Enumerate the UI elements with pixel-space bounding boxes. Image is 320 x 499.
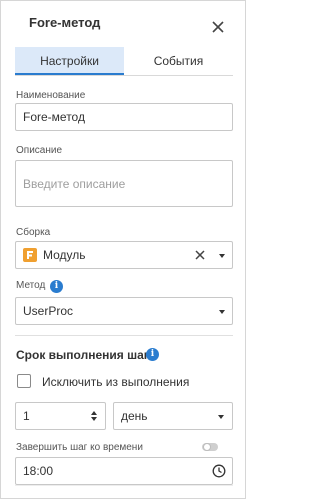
- method-select[interactable]: UserProc: [15, 297, 233, 325]
- amount-stepper[interactable]: 1: [15, 402, 106, 430]
- chevron-down-icon[interactable]: [219, 254, 225, 258]
- assembly-label: Сборка: [16, 227, 51, 238]
- info-icon[interactable]: i: [50, 280, 63, 293]
- method-label: Метод: [16, 280, 46, 291]
- info-icon[interactable]: i: [146, 348, 159, 361]
- clear-icon[interactable]: [194, 249, 206, 261]
- description-label: Описание: [16, 145, 63, 156]
- tab-events[interactable]: События: [124, 47, 233, 75]
- time-input[interactable]: 18:00: [15, 457, 233, 485]
- section-divider: [15, 335, 233, 336]
- fore-module-icon: [23, 248, 37, 262]
- assembly-value: Модуль: [43, 248, 86, 262]
- exclude-checkbox[interactable]: [17, 374, 31, 388]
- clock-icon[interactable]: [212, 464, 226, 478]
- name-input[interactable]: Fore-метод: [15, 103, 233, 131]
- name-label: Наименование: [16, 90, 86, 101]
- method-value: UserProc: [23, 304, 74, 318]
- assembly-select[interactable]: Модуль: [15, 241, 233, 269]
- execution-section-title: Срок выполнения шага: [16, 348, 156, 362]
- unit-select[interactable]: день: [113, 402, 233, 430]
- chevron-down-icon[interactable]: [219, 310, 225, 314]
- name-value: Fore-метод: [23, 110, 85, 124]
- tab-bar: Настройки События: [15, 47, 233, 76]
- exclude-label: Исключить из выполнения: [42, 375, 190, 389]
- description-placeholder: Введите описание: [23, 177, 126, 191]
- unit-value: день: [121, 409, 148, 423]
- settings-panel: Fore-метод Настройки События Наименовани…: [0, 0, 246, 499]
- close-icon[interactable]: [207, 16, 229, 38]
- stepper-arrows-icon[interactable]: [90, 410, 98, 422]
- bottom-divider: [15, 485, 233, 486]
- finish-toggle[interactable]: [202, 443, 218, 451]
- toggle-knob: [203, 443, 211, 451]
- tab-settings[interactable]: Настройки: [15, 47, 124, 75]
- finish-label: Завершить шаг ко времени: [16, 442, 143, 453]
- panel-header: Fore-метод: [1, 1, 245, 47]
- chevron-down-icon[interactable]: [218, 415, 224, 419]
- description-textarea[interactable]: Введите описание: [15, 160, 233, 207]
- amount-value: 1: [23, 409, 30, 423]
- time-value: 18:00: [23, 464, 54, 478]
- panel-title: Fore-метод: [29, 15, 101, 30]
